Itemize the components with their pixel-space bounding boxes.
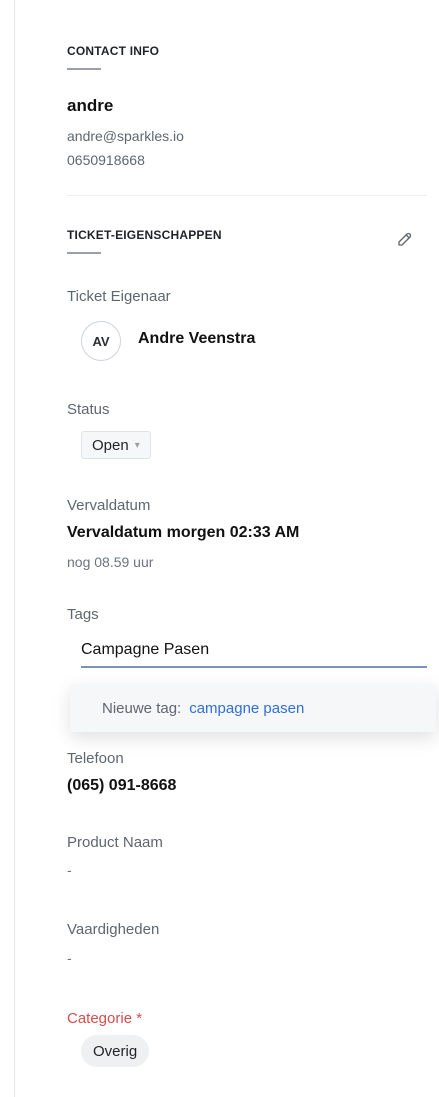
status-label: Status bbox=[67, 401, 110, 418]
vaardigheden-value: - bbox=[67, 950, 72, 966]
ticket-owner-label: Ticket Eigenaar bbox=[67, 288, 171, 305]
new-tag-value: campagne pasen bbox=[189, 699, 305, 717]
due-date-remaining: nog 08.59 uur bbox=[67, 554, 154, 570]
contact-name: andre bbox=[67, 96, 114, 115]
contact-email: andre@sparkles.io bbox=[67, 128, 184, 144]
telefoon-value: (065) 091-8668 bbox=[67, 777, 177, 794]
chevron-down-icon: ▾ bbox=[134, 439, 140, 451]
contact-info-title: CONTACT INFO bbox=[67, 44, 160, 58]
ticket-owner-name: Andre Veenstra bbox=[138, 330, 256, 347]
ticket-side-panel: CONTACT INFO andre andre@sparkles.io 065… bbox=[14, 0, 439, 1097]
due-date-label: Vervaldatum bbox=[67, 497, 151, 514]
due-date-value: Vervaldatum morgen 02:33 AM bbox=[67, 524, 300, 541]
tags-input-wrapper[interactable] bbox=[81, 634, 427, 668]
pencil-icon[interactable] bbox=[395, 229, 415, 249]
new-tag-suggestion[interactable]: Nieuwe tag: campagne pasen bbox=[70, 684, 436, 732]
section-divider bbox=[67, 195, 427, 196]
tags-input[interactable] bbox=[81, 641, 427, 659]
avatar: AV bbox=[81, 321, 121, 361]
tags-label: Tags bbox=[67, 606, 99, 623]
product-name-label: Product Naam bbox=[67, 834, 163, 851]
status-value: Open bbox=[92, 436, 129, 454]
telefoon-label: Telefoon bbox=[67, 750, 124, 767]
contact-info-underline bbox=[67, 68, 101, 70]
product-name-value: - bbox=[67, 862, 72, 878]
vaardigheden-label: Vaardigheden bbox=[67, 921, 160, 938]
contact-phone: 0650918668 bbox=[67, 152, 145, 168]
categorie-value[interactable]: Overig bbox=[81, 1035, 150, 1067]
categorie-label: Categorie * bbox=[67, 1010, 143, 1027]
page: CONTACT INFO andre andre@sparkles.io 065… bbox=[0, 0, 439, 1097]
ticket-properties-title: TICKET-EIGENSCHAPPEN bbox=[67, 228, 222, 242]
ticket-properties-underline bbox=[67, 252, 101, 254]
new-tag-prefix: Nieuwe tag: bbox=[102, 699, 182, 717]
status-dropdown[interactable]: Open ▾ bbox=[81, 431, 151, 459]
